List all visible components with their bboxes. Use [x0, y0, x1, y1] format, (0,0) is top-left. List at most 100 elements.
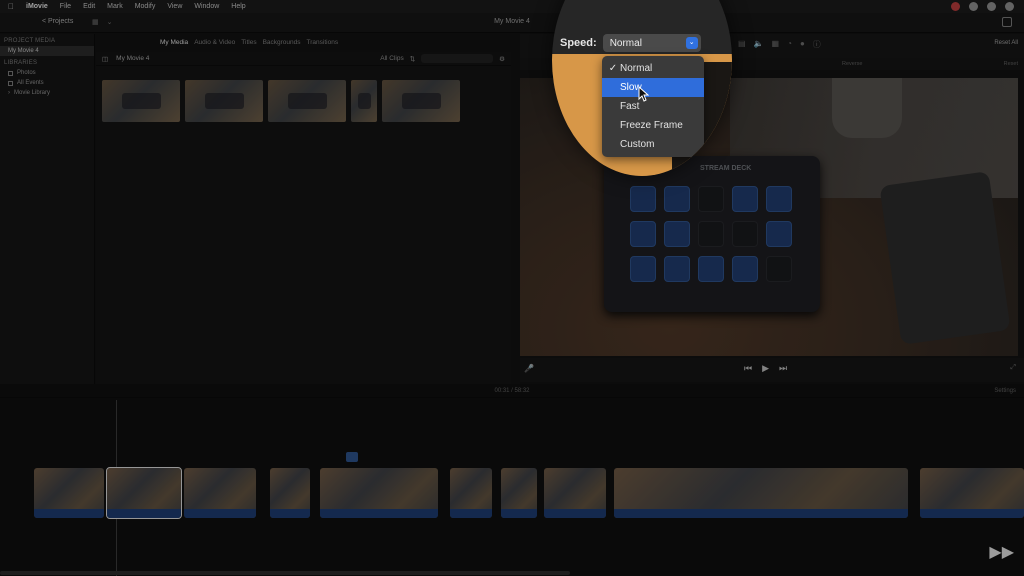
media-thumbnails	[102, 80, 460, 122]
reverse-checkbox[interactable]: Reverse	[842, 61, 862, 67]
deck-key	[732, 221, 758, 247]
sidebar-item-all-events[interactable]: All Events	[0, 78, 94, 88]
settings-gear-icon[interactable]: ⚙	[499, 55, 505, 63]
menu-file[interactable]: File	[60, 3, 71, 10]
timeline-clip[interactable]	[270, 468, 310, 518]
video-device	[879, 171, 1011, 345]
media-thumbnail[interactable]	[185, 80, 263, 122]
timeline-clip[interactable]	[320, 468, 438, 518]
speed-option-slow[interactable]: Slow	[602, 78, 704, 97]
timeline-clip[interactable]	[106, 467, 182, 519]
filter-chevron-icon[interactable]: ⇅	[410, 55, 415, 63]
deck-key	[766, 186, 792, 212]
tab-transitions[interactable]: Transitions	[307, 39, 339, 46]
menu-edit[interactable]: Edit	[83, 3, 95, 10]
fullscreen-icon[interactable]: ⤢	[1010, 364, 1016, 372]
clip-marker[interactable]	[346, 452, 358, 462]
noise-icon[interactable]: ▦	[772, 39, 780, 50]
media-browser: ◫ My Movie 4 All Clips ⇅ ⚙	[96, 52, 511, 384]
media-thumbnail[interactable]	[382, 80, 460, 122]
speed-option-fast[interactable]: Fast	[602, 97, 704, 116]
menu-help[interactable]: Help	[231, 3, 245, 10]
timeline-settings-button[interactable]: Settings	[994, 388, 1016, 394]
play-icon[interactable]: ▶	[762, 363, 769, 374]
deck-key	[664, 186, 690, 212]
timeline-clip[interactable]	[34, 468, 104, 518]
media-thumbnail[interactable]	[351, 80, 377, 122]
checkmark-icon: ✓	[608, 63, 618, 74]
media-tabs: My Media Audio & Video Titles Background…	[160, 39, 338, 46]
speed-option-normal[interactable]: ✓ Normal	[602, 59, 704, 78]
microphone-icon[interactable]: 🎤	[524, 364, 534, 373]
status-play-icon[interactable]	[969, 2, 978, 11]
tab-titles[interactable]: Titles	[241, 39, 256, 46]
deck-key	[664, 256, 690, 282]
sidebar-item-photos[interactable]: Photos	[0, 68, 94, 78]
deck-key	[698, 221, 724, 247]
stabilize-icon[interactable]: ▤	[738, 39, 746, 50]
clip-filter-select[interactable]: All Clips	[380, 55, 403, 62]
sidebar-toggle-icon[interactable]: ◫	[102, 55, 108, 63]
reset-all-button[interactable]: Reset All	[994, 40, 1018, 46]
timeline-clip[interactable]	[920, 468, 1024, 518]
tab-my-media[interactable]: My Media	[160, 39, 188, 46]
apple-menu-icon[interactable]: 	[8, 2, 14, 11]
watermark-logo-icon: ▶▶	[989, 544, 1014, 561]
speed-select-value: Normal	[609, 37, 642, 49]
deck-key	[766, 256, 792, 282]
timeline-clip[interactable]	[501, 468, 537, 518]
libraries-header: LIBRARIES	[4, 60, 38, 66]
window-title: My Movie 4	[494, 18, 530, 25]
deck-key	[698, 256, 724, 282]
project-media-header: PROJECT MEDIA	[4, 38, 56, 44]
menu-window[interactable]: Window	[194, 3, 219, 10]
speed-icon[interactable]: ◔	[787, 39, 792, 50]
sidebar-item-project[interactable]: My Movie 4	[0, 46, 94, 56]
media-thumbnail[interactable]	[102, 80, 180, 122]
timeline-scrollbar[interactable]	[0, 571, 570, 575]
reset-button[interactable]: Reset	[1004, 61, 1018, 67]
speed-menu: ✓ Normal Slow Fast Freeze Frame Custom	[602, 56, 704, 157]
status-icons	[951, 2, 1014, 11]
speed-option-freeze-frame[interactable]: Freeze Frame	[602, 116, 704, 135]
chevron-down-icon[interactable]: ⌄	[685, 37, 698, 49]
deck-key	[732, 256, 758, 282]
tab-backgrounds[interactable]: Backgrounds	[263, 39, 301, 46]
timeline-clip[interactable]	[544, 468, 606, 518]
speed-option-custom[interactable]: Custom	[602, 135, 704, 154]
speed-option-label: Fast	[620, 101, 640, 112]
deck-key	[630, 256, 656, 282]
menu-modify[interactable]: Modify	[135, 3, 156, 10]
timeline-clip[interactable]	[184, 468, 256, 518]
disclosure-icon[interactable]: ›	[8, 90, 10, 96]
speed-option-label: Normal	[620, 63, 653, 74]
playback-controls: 🎤 ⏮ ▶ ⏭ ⤢	[520, 358, 1024, 382]
menu-mark[interactable]: Mark	[107, 3, 123, 10]
menu-app-name[interactable]: iMovie	[26, 3, 48, 10]
status-cloud-icon[interactable]	[987, 2, 996, 11]
menu-view[interactable]: View	[167, 3, 182, 10]
skip-back-icon[interactable]: ⏮	[744, 363, 752, 374]
stream-deck-image: STREAM DECK	[604, 156, 820, 312]
adjust-icons: ▤ 🔈 ▦ ◔ ● ⓘ	[738, 39, 821, 50]
volume-icon[interactable]: 🔈	[754, 39, 764, 50]
sidebar-item-movie-library[interactable]: › Movie Library	[0, 88, 94, 98]
timeline-clip[interactable]	[450, 468, 492, 518]
media-thumbnail[interactable]	[268, 80, 346, 122]
menu-bar:  iMovie File Edit Mark Modify View Wind…	[0, 0, 1024, 13]
timeline-clip[interactable]	[614, 468, 908, 518]
speed-select[interactable]: Normal ⌄	[602, 34, 701, 52]
status-app-icon[interactable]	[951, 2, 960, 11]
info-icon[interactable]: ⓘ	[813, 39, 821, 50]
sidebar-item-photos-label: Photos	[17, 70, 36, 76]
filter-icon[interactable]: ●	[800, 39, 805, 50]
tab-audio-video[interactable]: Audio & Video	[194, 39, 235, 46]
deck-key	[732, 186, 758, 212]
deck-keys	[630, 186, 792, 282]
share-icon[interactable]	[1002, 17, 1012, 27]
status-info-icon[interactable]	[1005, 2, 1014, 11]
video-cup	[832, 78, 902, 138]
search-field[interactable]	[421, 54, 494, 63]
deck-key	[698, 186, 724, 212]
skip-forward-icon[interactable]: ⏭	[779, 363, 787, 374]
